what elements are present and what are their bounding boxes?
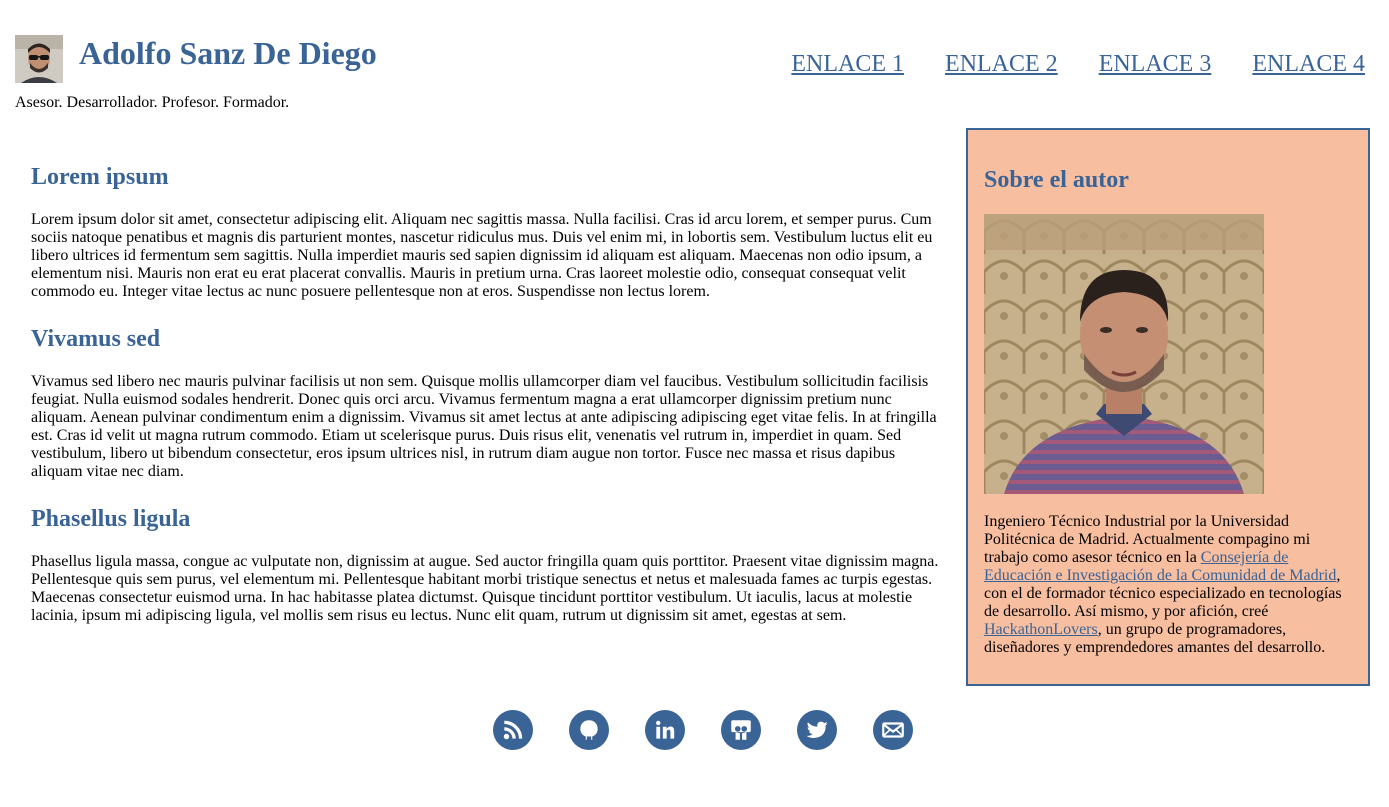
github-icon[interactable] — [569, 710, 609, 750]
about-author-sidebar: Sobre el autor Ingeniero Técnico Industr… — [966, 128, 1370, 686]
nav-link-1[interactable]: ENLACE 1 — [791, 48, 904, 80]
article-section: Lorem ipsum Lorem ipsum dolor sit amet, … — [31, 160, 941, 301]
section-heading: Vivamus sed — [31, 326, 161, 352]
main-content: Lorem ipsum Lorem ipsum dolor sit amet, … — [31, 160, 941, 646]
author-portrait — [984, 214, 1264, 494]
author-bio: Ingeniero Técnico Industrial por la Univ… — [984, 513, 1352, 657]
article-section: Phasellus ligula Phasellus ligula massa,… — [31, 502, 941, 625]
nav-link-4[interactable]: ENLACE 4 — [1252, 48, 1365, 80]
section-body: Vivamus sed libero nec mauris pulvinar f… — [31, 373, 937, 480]
section-body: Lorem ipsum dolor sit amet, consectetur … — [31, 211, 933, 300]
email-icon[interactable] — [873, 710, 913, 750]
site-tagline: Asesor. Desarrollador. Profesor. Formado… — [15, 94, 290, 111]
slideshare-icon[interactable] — [721, 710, 761, 750]
nav-link-2[interactable]: ENLACE 2 — [945, 48, 1058, 80]
section-heading: Phasellus ligula — [31, 506, 191, 532]
site-title: Adolfo Sanz De Diego — [79, 35, 377, 71]
hackathonlovers-link[interactable]: HackathonLovers — [984, 621, 1098, 638]
section-body: Phasellus ligula massa, congue ac vulput… — [31, 553, 939, 624]
nav-link-3[interactable]: ENLACE 3 — [1099, 48, 1212, 80]
twitter-icon[interactable] — [797, 710, 837, 750]
section-heading: Lorem ipsum — [31, 164, 169, 190]
linkedin-icon[interactable] — [645, 710, 685, 750]
header-avatar — [15, 35, 63, 83]
rss-icon[interactable] — [493, 710, 533, 750]
article-section: Vivamus sed Vivamus sed libero nec mauri… — [31, 322, 941, 481]
main-nav: ENLACE 1 ENLACE 2 ENLACE 3 ENLACE 4 — [745, 48, 1365, 80]
sidebar-heading: Sobre el autor — [984, 167, 1129, 193]
social-links — [493, 710, 949, 750]
